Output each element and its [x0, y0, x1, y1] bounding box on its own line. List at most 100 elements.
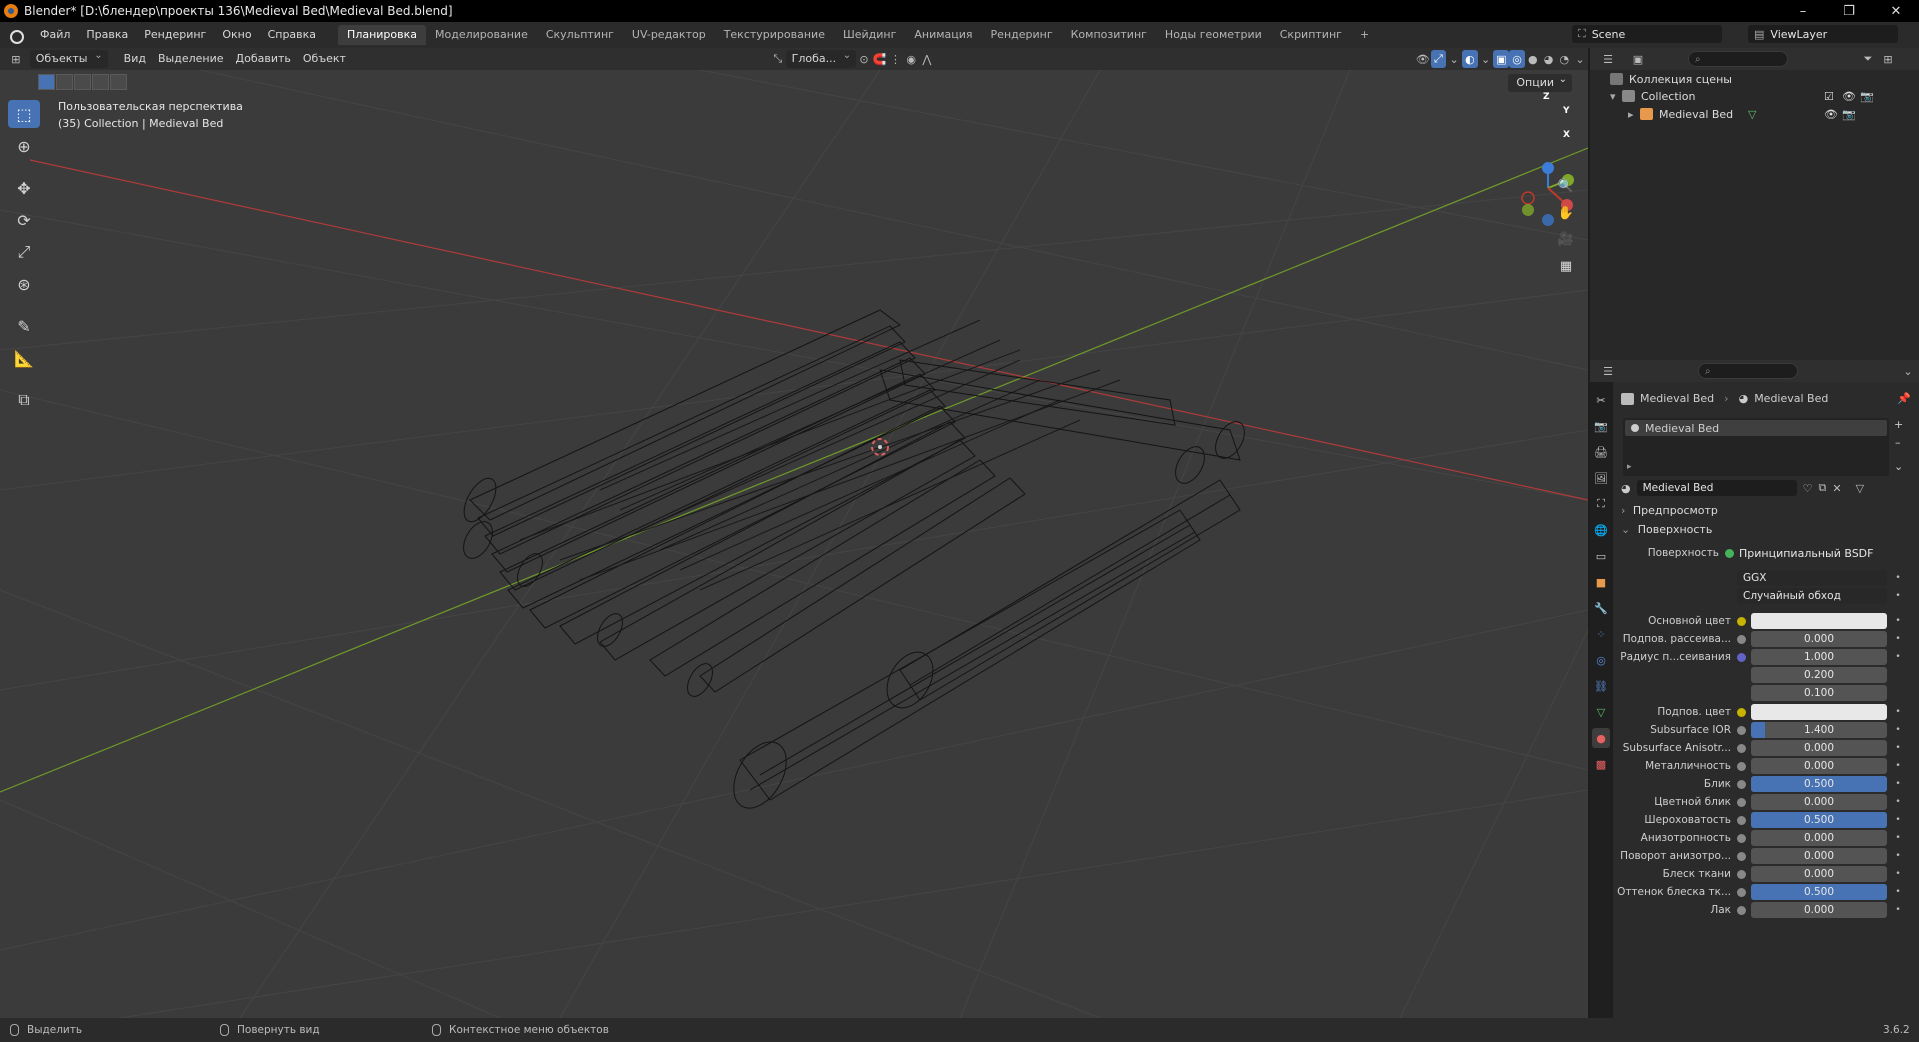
tab-compositing[interactable]: Композитинг: [1062, 25, 1156, 45]
distribution-dropdown[interactable]: GGX: [1737, 570, 1887, 586]
editor-type-icon[interactable]: ⊞: [8, 50, 24, 68]
socket-icon[interactable]: [1737, 779, 1746, 789]
tab-geometry-nodes[interactable]: Ноды геометрии: [1156, 25, 1271, 45]
keyframe-dot-icon[interactable]: •: [1893, 743, 1903, 753]
keyframe-dot-icon[interactable]: •: [1893, 905, 1903, 915]
socket-icon[interactable]: [1737, 616, 1746, 626]
socket-icon[interactable]: [1737, 833, 1746, 843]
value-slider[interactable]: 0.000: [1751, 758, 1887, 774]
unlink-material-icon[interactable]: ✕: [1832, 482, 1841, 495]
tab-animation[interactable]: Анимация: [905, 25, 981, 45]
menu-view[interactable]: Вид: [118, 50, 152, 68]
properties-search-input[interactable]: ⌕: [1698, 363, 1798, 379]
add-workspace-button[interactable]: +: [1351, 25, 1378, 45]
pan-hand-icon[interactable]: ✋: [1554, 201, 1578, 225]
menu-edit[interactable]: Правка: [78, 25, 136, 45]
duplicate-material-icon[interactable]: ⧉: [1818, 481, 1826, 495]
keyframe-dot-icon[interactable]: •: [1893, 887, 1903, 897]
ortho-grid-icon[interactable]: ▦: [1554, 254, 1578, 278]
tool-tab-icon[interactable]: ✂: [1592, 390, 1610, 410]
socket-icon[interactable]: [1737, 851, 1746, 861]
overlay-toggle-icon[interactable]: ◐: [1462, 50, 1478, 68]
socket-icon[interactable]: [1737, 761, 1746, 771]
menu-object[interactable]: Объект: [297, 50, 352, 68]
menu-render[interactable]: Рендеринг: [136, 25, 214, 45]
close-button[interactable]: ✕: [1873, 0, 1919, 22]
checkbox-icon[interactable]: ☑: [1824, 90, 1834, 103]
cursor-icon[interactable]: ⊕: [8, 132, 40, 160]
view-layer-selector[interactable]: ▤ ViewLayer: [1748, 25, 1898, 43]
select-intersect-icon[interactable]: [110, 74, 127, 90]
tab-layout[interactable]: Планировка: [338, 25, 427, 45]
keyframe-dot-icon[interactable]: [1893, 670, 1903, 680]
add-slot-icon[interactable]: +: [1894, 418, 1903, 431]
socket-icon[interactable]: [1737, 707, 1746, 717]
color-field[interactable]: [1751, 613, 1887, 629]
object-tab-icon[interactable]: ■: [1592, 572, 1610, 592]
material-slot-item[interactable]: Medieval Bed: [1625, 420, 1887, 436]
scale-icon[interactable]: ⤢: [8, 238, 40, 266]
keyframe-dot-icon[interactable]: •: [1893, 725, 1903, 735]
socket-icon[interactable]: [1737, 815, 1746, 825]
menu-window[interactable]: Окно: [214, 25, 259, 45]
outliner-search-input[interactable]: ⌕: [1688, 51, 1788, 67]
select-new-icon[interactable]: [38, 74, 55, 90]
tab-shading[interactable]: Шейдинг: [834, 25, 905, 45]
keyframe-dot-icon[interactable]: •: [1893, 869, 1903, 879]
transform-icon[interactable]: ⊛: [8, 270, 40, 298]
measure-icon[interactable]: 📐: [8, 344, 40, 372]
render-camera-icon[interactable]: 📷: [1860, 90, 1874, 103]
socket-icon[interactable]: [1737, 887, 1746, 897]
keyframe-dot-icon[interactable]: •: [1893, 797, 1903, 807]
tab-sculpting[interactable]: Скульптинг: [537, 25, 623, 45]
value-slider[interactable]: 0.500: [1751, 776, 1887, 792]
material-tab-icon[interactable]: ●: [1592, 728, 1610, 748]
collapse-arrow-icon[interactable]: ▸: [1628, 108, 1640, 121]
value-slider[interactable]: 0.000: [1751, 631, 1887, 647]
tab-scripting[interactable]: Скриптинг: [1271, 25, 1351, 45]
value-slider[interactable]: 1.000: [1751, 649, 1887, 665]
tab-uv-editing[interactable]: UV-редактор: [623, 25, 715, 45]
options-dropdown[interactable]: Опции: [1508, 71, 1572, 92]
select-extend-icon[interactable]: [56, 74, 73, 90]
rendered-shading-icon[interactable]: ◔: [1556, 50, 1572, 68]
keyframe-dot-icon[interactable]: •: [1893, 851, 1903, 861]
value-slider[interactable]: 0.000: [1751, 830, 1887, 846]
surface-panel[interactable]: ⌄ Поверхность: [1621, 523, 1712, 536]
outliner-editor-icon[interactable]: ☰: [1598, 50, 1618, 68]
tab-rendering[interactable]: Рендеринг: [982, 25, 1062, 45]
keyframe-dot-icon[interactable]: •: [1893, 815, 1903, 825]
keyframe-dot-icon[interactable]: •: [1893, 707, 1903, 717]
value-slider[interactable]: 0.100: [1751, 685, 1887, 701]
properties-editor-icon[interactable]: ☰: [1598, 362, 1618, 380]
pivot-icon[interactable]: ⊙: [856, 50, 872, 68]
tab-texture-paint[interactable]: Текстурирование: [715, 25, 834, 45]
socket-icon[interactable]: [1737, 652, 1746, 662]
keyframe-dot-icon[interactable]: •: [1893, 652, 1903, 662]
collection-tab-icon[interactable]: ▭: [1592, 546, 1610, 566]
keyframe-dot-icon[interactable]: •: [1893, 833, 1903, 843]
keyframe-dot-icon[interactable]: •: [1893, 634, 1903, 644]
value-slider[interactable]: 0.000: [1751, 740, 1887, 756]
socket-icon[interactable]: [1737, 743, 1746, 753]
value-slider[interactable]: 0.500: [1751, 884, 1887, 900]
xray-toggle-icon[interactable]: ▣: [1493, 50, 1510, 68]
surface-shader-value[interactable]: Принципиальный BSDF: [1739, 547, 1873, 560]
subsurface-method-dropdown[interactable]: Случайный обход: [1737, 588, 1887, 604]
color-field[interactable]: [1751, 704, 1887, 720]
keyframe-dot-icon[interactable]: •: [1893, 761, 1903, 771]
menu-select[interactable]: Выделение: [152, 50, 230, 68]
scene-selector[interactable]: ⛶ Scene: [1572, 25, 1722, 43]
scene-collection-row[interactable]: Коллекция сцены: [1610, 70, 1732, 88]
minimize-button[interactable]: –: [1780, 0, 1826, 22]
keyframe-dot-icon[interactable]: •: [1893, 616, 1903, 626]
object-visibility-eye-icon[interactable]: 👁: [1824, 108, 1838, 121]
proportional-edit-icon[interactable]: ◉: [903, 50, 919, 68]
rotate-icon[interactable]: ⟳: [8, 206, 40, 234]
select-subtract-icon[interactable]: [74, 74, 91, 90]
menu-help[interactable]: Справка: [260, 25, 324, 45]
scene-tab-icon[interactable]: ⛶: [1592, 494, 1610, 514]
blender-menu-icon[interactable]: [8, 28, 24, 44]
distribution-anim-icon[interactable]: •: [1893, 573, 1903, 583]
select-box-icon[interactable]: ⬚: [8, 100, 40, 128]
